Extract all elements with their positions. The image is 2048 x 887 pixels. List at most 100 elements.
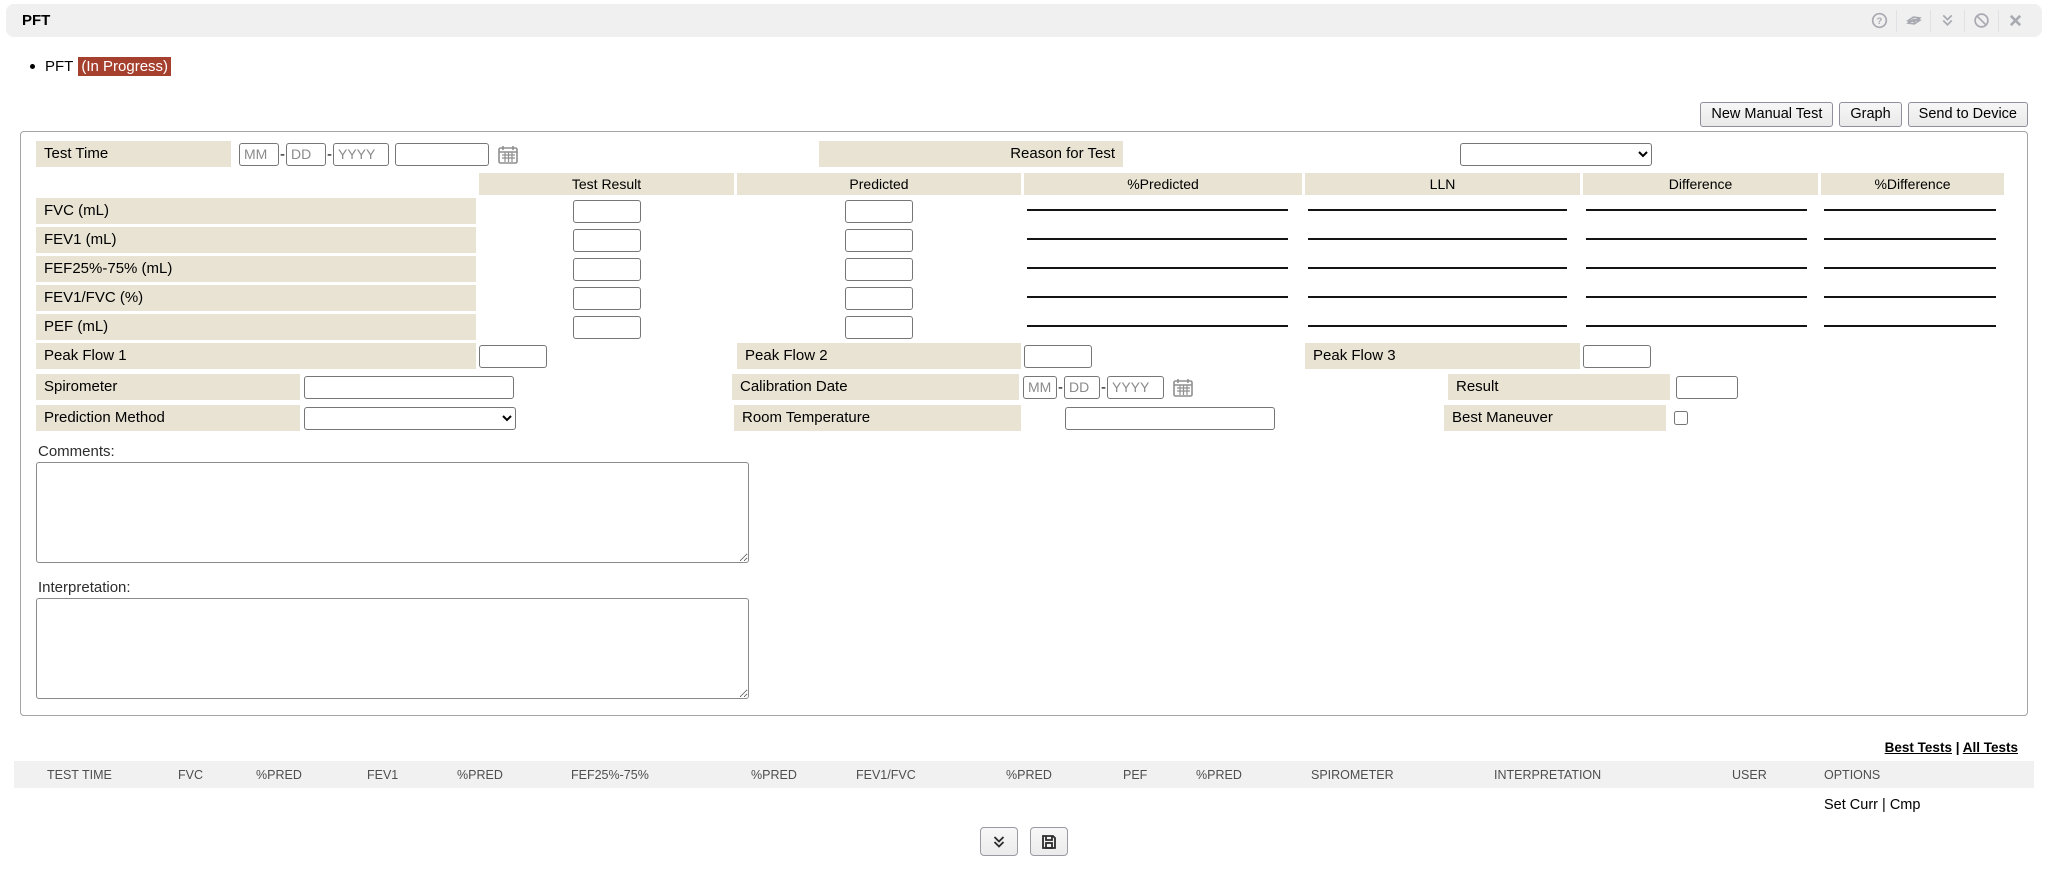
interpretation-textarea[interactable] [36, 598, 749, 699]
test-time-year-input[interactable] [333, 143, 389, 166]
col-header-lln: LLN [1305, 173, 1580, 195]
calibration-date-group: - - [1023, 376, 1194, 399]
peak-flow-1-label: Peak Flow 1 [36, 343, 476, 369]
fef-difference-cell [1583, 256, 1818, 282]
fef-test-result-input[interactable] [573, 258, 641, 281]
value-underline [1027, 198, 1288, 211]
col-header-predicted: Predicted [737, 173, 1021, 195]
value-underline [1824, 285, 1996, 298]
value-underline [1824, 314, 1996, 327]
test-time-day-input[interactable] [286, 143, 326, 166]
prediction-method-select[interactable] [304, 407, 516, 430]
comments-label: Comments: [38, 443, 2012, 460]
page-title: PFT [22, 12, 50, 29]
fvc-test-result-input[interactable] [573, 200, 641, 223]
save-button[interactable] [1030, 827, 1068, 856]
set-curr-link[interactable]: Set Curr [1824, 797, 1878, 813]
fvc-predicted-input[interactable] [845, 200, 913, 223]
new-manual-test-button[interactable]: New Manual Test [1700, 102, 1833, 127]
col-header-pct-predicted: %Predicted [1024, 173, 1302, 195]
list-col-pct-pred-2: %PRED [457, 768, 571, 782]
fev1fvc-predicted-input[interactable] [845, 287, 913, 310]
list-col-fvc: FVC [178, 768, 256, 782]
room-temperature-input[interactable] [1065, 407, 1275, 430]
list-col-pef: PEF [1123, 768, 1196, 782]
help-icon[interactable]: ? [1862, 10, 1896, 32]
value-underline [1586, 256, 1807, 269]
best-maneuver-checkbox[interactable] [1674, 411, 1688, 425]
calendar-icon[interactable] [497, 144, 519, 165]
list-col-test-time: TEST TIME [14, 768, 178, 782]
pef-pct-difference-cell [1821, 314, 2004, 340]
fev1-pct-difference-cell [1821, 227, 2004, 253]
calibration-date-label: Calibration Date [732, 374, 1019, 400]
value-underline [1824, 227, 1996, 240]
spirometer-input[interactable] [304, 376, 514, 399]
list-col-options: OPTIONS [1824, 768, 2034, 782]
collapse-icon[interactable] [1930, 10, 1964, 32]
fev1-test-result-cell [479, 227, 734, 253]
send-to-device-button[interactable]: Send to Device [1908, 102, 2028, 127]
fvc-pct-predicted-cell [1024, 198, 1302, 224]
cmp-link[interactable]: Cmp [1890, 797, 1921, 813]
titlebar-icons: ? [1862, 10, 2032, 32]
result-input[interactable] [1676, 376, 1738, 399]
peak-flow-3-input[interactable] [1583, 345, 1651, 368]
fev1fvc-test-result-input[interactable] [573, 287, 641, 310]
date-separator: - [280, 146, 285, 163]
calibration-day-input[interactable] [1064, 376, 1100, 399]
save-icon [1041, 834, 1057, 850]
value-underline [1308, 227, 1567, 240]
calendar-icon[interactable] [1172, 377, 1194, 398]
reason-for-test-label: Reason for Test [819, 141, 1123, 167]
peak-flow-2-input[interactable] [1024, 345, 1092, 368]
block-icon[interactable] [1964, 10, 1998, 32]
value-underline [1586, 314, 1807, 327]
value-underline [1586, 198, 1807, 211]
fvc-difference-cell [1583, 198, 1818, 224]
pef-difference-cell [1583, 314, 1818, 340]
spirometer-row: Spirometer Calibration Date - - Result [36, 374, 2012, 400]
fvc-test-result-cell [479, 198, 734, 224]
pef-predicted-input[interactable] [845, 316, 913, 339]
peak-flow-1-input[interactable] [479, 345, 547, 368]
calibration-month-input[interactable] [1023, 376, 1057, 399]
test-list-links: Best Tests | All Tests [0, 740, 2018, 755]
all-tests-link[interactable]: All Tests [1963, 740, 2018, 755]
col-header-difference: Difference [1583, 173, 1818, 195]
pef-test-result-input[interactable] [573, 316, 641, 339]
test-time-time-input[interactable] [395, 143, 489, 166]
best-tests-link[interactable]: Best Tests [1885, 740, 1952, 755]
fev1fvc-lln-cell [1305, 285, 1580, 311]
fef-predicted-input[interactable] [845, 258, 913, 281]
value-underline [1586, 227, 1807, 240]
fev1-predicted-cell [737, 227, 1021, 253]
list-options-row: Set Curr | Cmp [14, 797, 2034, 813]
status-item-label[interactable]: PFT [45, 58, 73, 75]
test-time-month-input[interactable] [239, 143, 279, 166]
row-label-fvc: FVC (mL) [36, 198, 476, 224]
fev1-pct-predicted-cell [1024, 227, 1302, 253]
value-underline [1027, 314, 1288, 327]
pef-lln-cell [1305, 314, 1580, 340]
close-icon[interactable] [1998, 10, 2032, 32]
pef-test-result-cell [479, 314, 734, 340]
list-col-pct-pred-3: %PRED [751, 768, 856, 782]
value-underline [1027, 285, 1288, 298]
fev1-predicted-input[interactable] [845, 229, 913, 252]
reason-for-test-select[interactable] [1460, 143, 1652, 166]
fev1-test-result-input[interactable] [573, 229, 641, 252]
calibration-year-input[interactable] [1107, 376, 1164, 399]
graph-button[interactable]: Graph [1839, 102, 1901, 127]
peak-flow-3-cell [1583, 343, 1818, 369]
fev1fvc-pct-predicted-cell [1024, 285, 1302, 311]
fef-test-result-cell [479, 256, 734, 282]
comments-textarea[interactable] [36, 462, 749, 563]
date-separator: - [1101, 379, 1106, 396]
fev1-difference-cell [1583, 227, 1818, 253]
peak-flow-2-cell [1024, 343, 1302, 369]
collapse-button[interactable] [980, 827, 1018, 856]
row-label-fev1-fvc: FEV1/FVC (%) [36, 285, 476, 311]
value-underline [1586, 285, 1807, 298]
book-icon[interactable] [1896, 10, 1930, 32]
